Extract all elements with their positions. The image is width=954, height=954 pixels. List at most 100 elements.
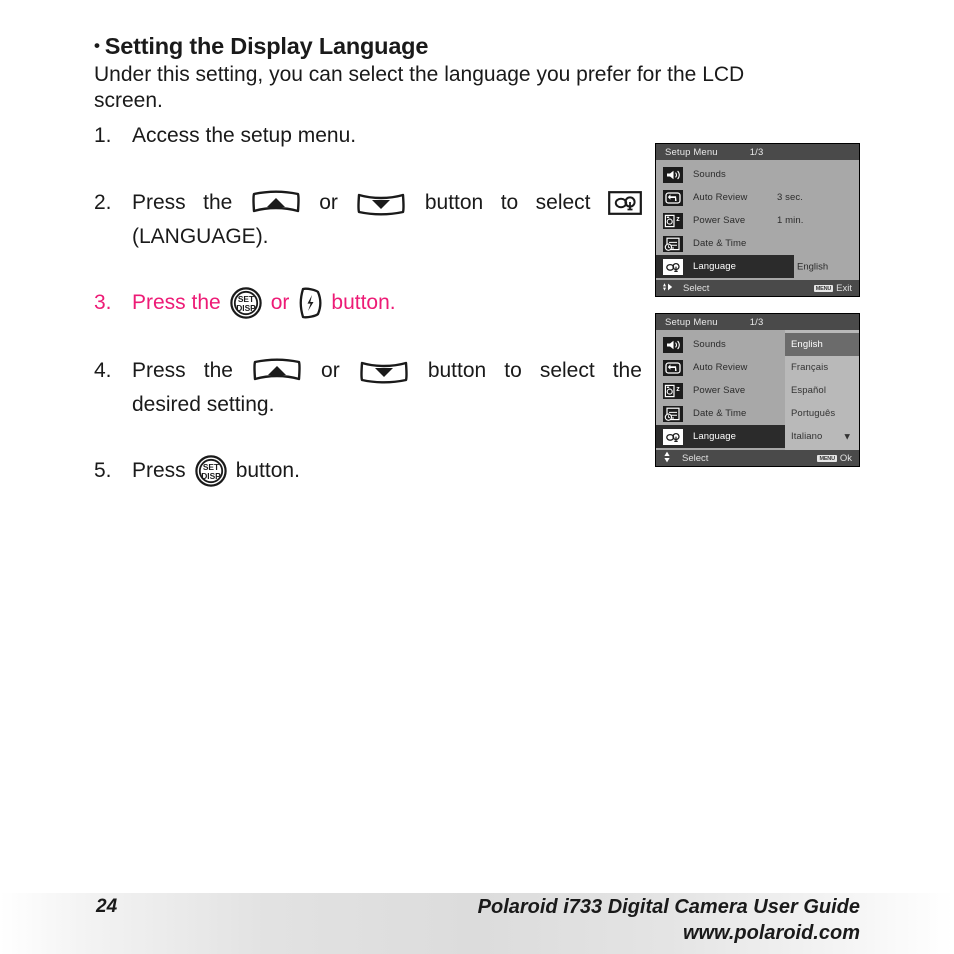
step-4-body: Press the or button to select the desire… (132, 354, 642, 422)
step-5: 5. Press SET DISP button. (94, 454, 554, 488)
chevron-down-icon[interactable]: ▼ (842, 431, 852, 442)
step-2-text-button: button (424, 191, 484, 214)
step-3-text-or: or (270, 291, 290, 314)
step-5-text-press: Press (132, 459, 186, 482)
step-1: 1. Access the setup menu. (94, 119, 614, 153)
menu-value: 1 min. (777, 215, 804, 226)
lcd-footer-exit-label: Exit (836, 282, 852, 294)
menu-label: Date & Time (693, 238, 747, 249)
step-2-body: Press the or button to select (LANGUAGE)… (132, 186, 642, 254)
lcd-title-bar: Setup Menu 1/3 (656, 144, 859, 160)
lcd-footer-right: MENU Exit (813, 282, 852, 294)
step-3-text-press-the: Press the (132, 291, 221, 314)
step-2-text-the: the (203, 191, 233, 214)
speaker-icon (663, 336, 683, 353)
lcd-title-text: Setup Menu (665, 316, 718, 328)
step-3: 3. Press the SET DISP or button. (94, 286, 554, 320)
step-4-text-to: to (504, 359, 522, 382)
up-button-icon (250, 190, 302, 216)
step-5-number: 5. (94, 459, 112, 482)
step-3-number: 3. (94, 291, 112, 314)
lcd-footer-select-label: Select (683, 282, 710, 294)
step-2-line-1: Press the or button to select (132, 186, 642, 220)
power-save-icon: z (663, 382, 683, 399)
language-option-label: Français (791, 362, 829, 373)
menu-row-language[interactable]: Language (656, 255, 794, 278)
camera-screen-language-list: Setup Menu 1/3 Sounds Auto Review z Powe… (655, 313, 860, 467)
auto-review-icon (663, 189, 683, 206)
step-5-text-button: button. (235, 459, 300, 482)
step-1-body: Access the setup menu. (132, 119, 614, 153)
step-4: 4. Press the or button to select the des… (94, 354, 642, 422)
intro-paragraph: Under this setting, you can select the l… (94, 62, 860, 114)
lcd-menu-list: Sounds Auto Review z Power Save Date & T… (656, 330, 859, 450)
menu-row-language[interactable]: Language (656, 425, 794, 448)
language-option-espanol[interactable]: Español (785, 379, 859, 402)
step-4-text-select: select (539, 359, 595, 382)
step-5-body: Press SET DISP button. (132, 454, 554, 488)
language-symbol-icon (608, 191, 642, 215)
menu-label: Date & Time (693, 408, 747, 419)
up-button-icon (251, 358, 303, 384)
lcd-menu-list: Sounds Auto Review 3 sec. z Power Save 1… (656, 160, 859, 280)
language-dropdown[interactable]: English Français Español Português Itali… (785, 330, 859, 450)
lcd-title-text: Setup Menu (665, 146, 718, 158)
language-option-italiano[interactable]: Italiano ▼ (785, 425, 859, 448)
language-option-label: English (791, 339, 823, 350)
auto-review-icon (663, 359, 683, 376)
step-2-text-press: Press (132, 191, 186, 214)
lcd-title-bar: Setup Menu 1/3 (656, 314, 859, 330)
page-title-text: Setting the Display Language (104, 33, 429, 59)
menu-row-power-save[interactable]: z Power Save 1 min. (656, 209, 859, 232)
step-2-text-to: to (500, 191, 519, 214)
page-number: 24 (96, 896, 118, 917)
intro-line-1: Under this setting, you can select the l… (94, 63, 745, 86)
language-option-label: Italiano (791, 431, 823, 442)
set-disp-button-icon: SET DISP (194, 455, 227, 487)
lcd-footer-ok-label: Ok (839, 452, 852, 464)
menu-value: 3 sec. (777, 192, 803, 203)
step-4-line-2: desired setting. (132, 393, 275, 416)
menu-row-date-time[interactable]: Date & Time (656, 232, 859, 255)
language-option-portugues[interactable]: Português (785, 402, 859, 425)
step-2-text-select: select (535, 191, 591, 214)
lcd-footer-bar: Select MENU Exit (656, 280, 859, 296)
step-3-body: Press the SET DISP or button. (132, 286, 554, 320)
menu-label: Sounds (693, 339, 726, 350)
menu-label: Power Save (693, 385, 746, 396)
step-4-text-the2: the (612, 359, 642, 382)
svg-text:DISP: DISP (236, 303, 256, 313)
footer-title: Polaroid i733 Digital Camera User Guide (477, 896, 860, 918)
svg-text:DISP: DISP (201, 471, 221, 481)
step-1-line: Access the setup menu. (132, 119, 614, 153)
page-title: • Setting the Display Language (94, 33, 428, 60)
language-option-label: Português (791, 408, 836, 419)
svg-text:z: z (676, 386, 680, 393)
lcd-page-indicator: 1/3 (749, 316, 764, 328)
menu-label: Sounds (693, 169, 726, 180)
document-page: • Setting the Display Language Under this… (0, 0, 954, 954)
step-3-line: Press the SET DISP or button. (132, 286, 554, 320)
step-4-text-or: or (321, 359, 340, 382)
camera-screen-setup-menu: Setup Menu 1/3 Sounds Auto Review 3 sec.… (655, 143, 860, 297)
menu-label: Language (693, 261, 737, 272)
svg-text:z: z (676, 216, 680, 223)
bullet-icon: • (94, 36, 100, 55)
language-current-value: English (797, 261, 829, 272)
step-1-number: 1. (94, 124, 112, 147)
date-time-icon (663, 235, 683, 252)
updown-right-arrow-icon (661, 281, 679, 296)
lcd-footer-left: Select (661, 281, 709, 296)
menu-row-sounds[interactable]: Sounds (656, 163, 859, 186)
language-icon (663, 428, 683, 445)
step-4-number: 4. (94, 359, 112, 382)
flash-right-button-icon (298, 286, 322, 320)
menu-row-auto-review[interactable]: Auto Review 3 sec. (656, 186, 859, 209)
menu-label: Language (693, 431, 737, 442)
updown-arrow-icon (661, 450, 673, 467)
language-option-english[interactable]: English (785, 333, 859, 356)
language-option-francais[interactable]: Français (785, 356, 859, 379)
menu-label: Auto Review (693, 362, 748, 373)
lcd-footer-right: MENU Ok (817, 453, 852, 464)
step-4-text-button: button (427, 359, 487, 382)
